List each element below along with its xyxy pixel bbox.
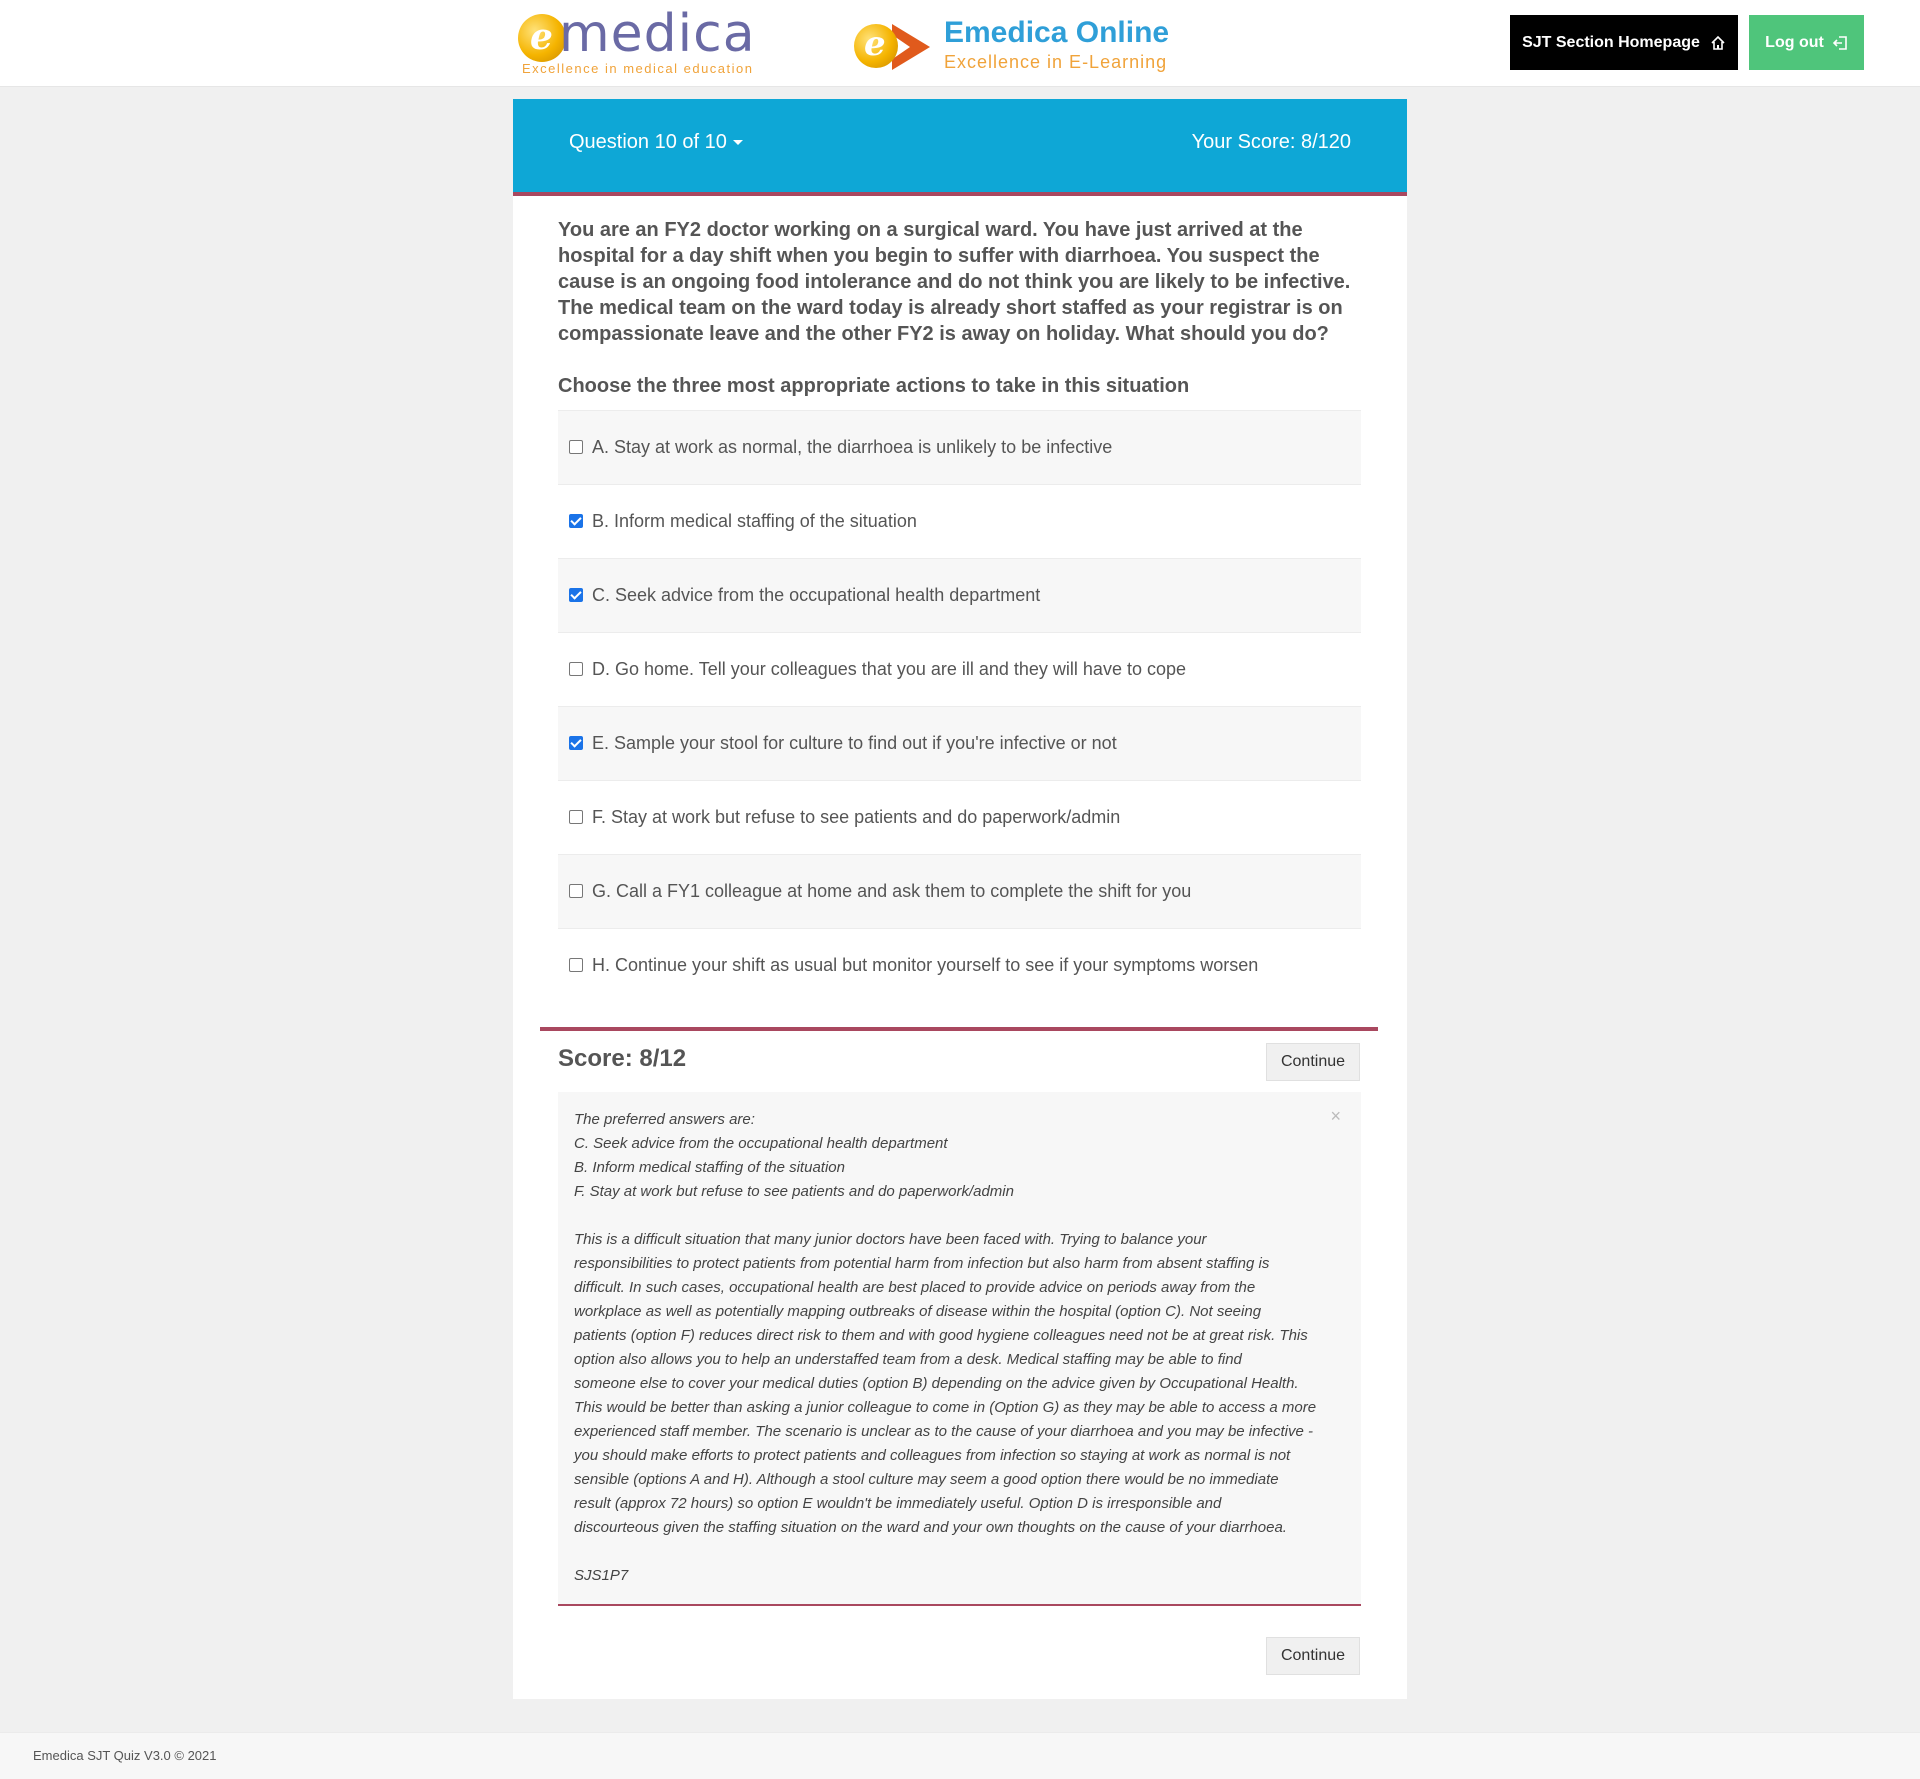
emedica-online-logo[interactable]: e Emedica Online Excellence in E-Learnin… (852, 14, 1182, 76)
logout-button-label: Log out (1765, 33, 1824, 51)
emedica-online-orb: e (854, 24, 898, 68)
question-score: Score: 8/12 (558, 1045, 687, 1072)
logo-initial: e (864, 24, 886, 64)
option-e-checkbox[interactable] (569, 735, 583, 750)
logout-button[interactable]: Log out (1749, 15, 1864, 70)
home-icon (1711, 35, 1725, 50)
explanation-line: This is a difficult situation that many … (574, 1231, 1207, 1248)
option-d[interactable]: D. Go home. Tell your colleagues that yo… (558, 632, 1361, 706)
logo-title: Emedica Online (944, 16, 1170, 49)
option-e[interactable]: E. Sample your stool for culture to find… (558, 706, 1361, 780)
option-c[interactable]: C. Seek advice from the occupational hea… (558, 558, 1361, 632)
explanation-line: experienced staff member. The scenario i… (574, 1423, 1313, 1440)
option-h-label: H. Continue your shift as usual but moni… (592, 955, 1259, 975)
total-score: Your Score: 8/120 (1191, 131, 1351, 153)
option-c-checkbox[interactable] (569, 587, 583, 602)
explanation-line: option also allows you to help an unders… (574, 1351, 1242, 1368)
section-divider (540, 1027, 1378, 1031)
logo-word: medica (559, 4, 756, 64)
answer-options: A. Stay at work as normal, the diarrhoea… (558, 410, 1361, 1002)
feedback-box: × The preferred answers are: C. Seek adv… (558, 1092, 1361, 1606)
question-selector-label: Question 10 of 10 (569, 131, 727, 153)
option-e-label: E. Sample your stool for culture to find… (592, 733, 1117, 753)
option-f[interactable]: F. Stay at work but refuse to see patien… (558, 780, 1361, 854)
option-b-checkbox[interactable] (569, 513, 583, 528)
option-g-label: G. Call a FY1 colleague at home and ask … (592, 881, 1192, 901)
logout-icon (1832, 35, 1847, 50)
logo-tagline: Excellence in E-Learning (944, 52, 1168, 72)
explanation-line: discourteous given the staffing situatio… (574, 1519, 1287, 1536)
preferred-answer: C. Seek advice from the occupational hea… (574, 1135, 948, 1152)
sjt-section-homepage-button[interactable]: SJT Section Homepage (1510, 15, 1738, 70)
option-g[interactable]: G. Call a FY1 colleague at home and ask … (558, 854, 1361, 928)
question-instruction: Choose the three most appropriate action… (558, 375, 1190, 397)
preferred-answer: B. Inform medical staffing of the situat… (574, 1159, 845, 1176)
logo-tagline: Excellence in medical education (522, 61, 754, 76)
option-h[interactable]: H. Continue your shift as usual but moni… (558, 928, 1361, 1002)
question-text: You are an FY2 doctor working on a surgi… (558, 219, 1351, 345)
option-h-checkbox[interactable] (569, 957, 583, 972)
option-a[interactable]: A. Stay at work as normal, the diarrhoea… (558, 410, 1361, 484)
option-g-checkbox[interactable] (569, 883, 583, 898)
option-c-label: C. Seek advice from the occupational hea… (592, 585, 1041, 605)
logo-initial: e (530, 16, 553, 58)
quiz-panel: Question 10 of 10 Your Score: 8/120 You … (513, 99, 1407, 1699)
question-header: Question 10 of 10 Your Score: 8/120 (513, 99, 1407, 196)
question-code: SJS1P7 (574, 1567, 629, 1584)
option-a-checkbox[interactable] (569, 439, 583, 454)
explanation-line: This would be better than asking a junio… (574, 1399, 1317, 1416)
explanation-line: result (approx 72 hours) so option E wou… (574, 1495, 1222, 1512)
footer-text: Emedica SJT Quiz V3.0 © 2021 (33, 1748, 217, 1763)
option-b-label: B. Inform medical staffing of the situat… (592, 511, 917, 531)
page-footer: Emedica SJT Quiz V3.0 © 2021 (0, 1732, 1920, 1779)
option-b[interactable]: B. Inform medical staffing of the situat… (558, 484, 1361, 558)
explanation-line: responsibilities to protect patients fro… (574, 1255, 1270, 1272)
explanation-line: workplace as well as potentially mapping… (574, 1303, 1262, 1320)
preferred-answers-heading: The preferred answers are: (574, 1111, 755, 1128)
close-icon[interactable]: × (1330, 1104, 1341, 1128)
option-a-label: A. Stay at work as normal, the diarrhoea… (592, 437, 1113, 457)
continue-button-bottom[interactable]: Continue (1266, 1637, 1360, 1675)
explanation-line: difficult. In such cases, occupational h… (574, 1279, 1256, 1296)
caret-down-icon (732, 140, 743, 146)
option-d-checkbox[interactable] (569, 661, 583, 676)
emedica-logo[interactable]: e medica Excellence in medical education (515, 4, 775, 76)
option-f-checkbox[interactable] (569, 809, 583, 824)
continue-button-top[interactable]: Continue (1266, 1043, 1360, 1081)
option-f-label: F. Stay at work but refuse to see patien… (592, 807, 1121, 827)
explanation-line: someone else to cover your medical dutie… (574, 1375, 1299, 1392)
explanation-line: you should make efforts to protect patie… (574, 1447, 1291, 1464)
question-selector-dropdown[interactable]: Question 10 of 10 (569, 131, 743, 154)
explanation-line: patients (option F) reduces direct risk … (574, 1327, 1308, 1344)
top-header: e medica Excellence in medical education… (0, 0, 1920, 87)
preferred-answer: F. Stay at work but refuse to see patien… (574, 1183, 1014, 1200)
explanation-line: sensible (options A and H). Although a s… (574, 1471, 1279, 1488)
home-button-label: SJT Section Homepage (1522, 33, 1700, 51)
option-d-label: D. Go home. Tell your colleagues that yo… (592, 659, 1186, 679)
